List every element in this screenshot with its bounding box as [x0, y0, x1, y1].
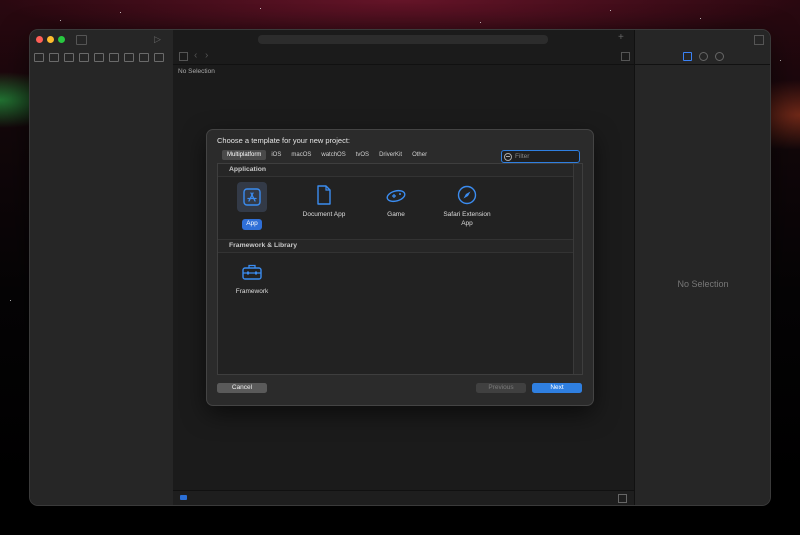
template-game[interactable]: Game	[366, 184, 426, 220]
navigator-pane: ▷	[30, 30, 174, 505]
app-store-a-icon	[237, 182, 267, 212]
inspector-no-selection: No Selection	[677, 279, 729, 289]
cancel-button[interactable]: Cancel	[217, 383, 267, 393]
debug-bar	[173, 490, 634, 505]
zoom-window-button[interactable]	[58, 36, 65, 43]
run-play-icon[interactable]: ▷	[154, 34, 161, 45]
debug-icon[interactable]	[124, 53, 134, 62]
star	[10, 300, 11, 301]
template-label: App	[242, 219, 262, 230]
tab-other[interactable]: Other	[407, 150, 432, 160]
section-title: Application	[229, 166, 267, 173]
next-button[interactable]: Next	[532, 383, 582, 393]
template-app[interactable]: App	[222, 182, 282, 230]
breakpoint-icon[interactable]	[139, 53, 149, 62]
filter-field[interactable]	[501, 150, 580, 163]
inspector-pane: No Selection	[634, 30, 770, 505]
source-control-icon[interactable]	[49, 53, 59, 62]
test-icon[interactable]	[109, 53, 119, 62]
section-title: Framework & Library	[229, 242, 297, 249]
previous-button[interactable]: Previous	[476, 383, 526, 393]
template-framework[interactable]: Framework	[222, 261, 282, 297]
star	[610, 10, 611, 11]
compass-icon	[456, 184, 478, 206]
editor-options-icon[interactable]	[621, 52, 630, 61]
chevron-right-icon[interactable]: ›	[205, 50, 208, 61]
chevron-left-icon[interactable]: ‹	[194, 50, 197, 61]
filter-icon	[504, 152, 512, 161]
tab-multiplatform[interactable]: Multiplatform	[222, 150, 267, 160]
dialog-title: Choose a template for your new project:	[217, 136, 350, 145]
minimize-window-button[interactable]	[47, 36, 54, 43]
tab-ios[interactable]: iOS	[266, 150, 286, 160]
history-icon[interactable]	[699, 52, 708, 61]
tab-driverkit[interactable]: DriverKit	[374, 150, 407, 160]
debug-area-icon[interactable]	[180, 495, 187, 500]
bookmark-icon[interactable]	[64, 53, 74, 62]
report-icon[interactable]	[154, 53, 164, 62]
add-icon[interactable]: +	[618, 32, 624, 43]
navigator-toolbar	[34, 53, 164, 62]
template-list-scrollbar[interactable]	[573, 164, 582, 374]
template-document-app[interactable]: Document App	[294, 184, 354, 220]
star	[780, 60, 781, 61]
editor-no-selection: No Selection	[178, 68, 215, 75]
document-icon	[313, 184, 335, 206]
folder-icon[interactable]	[34, 53, 44, 62]
tab-tvos[interactable]: tvOS	[351, 150, 374, 160]
template-label: Safari Extension App	[443, 211, 491, 227]
activity-viewer	[258, 35, 548, 44]
template-label: Document App	[302, 211, 346, 218]
warning-icon[interactable]	[94, 53, 104, 62]
inspector-tabs	[683, 52, 724, 61]
section-header-framework-library: Framework & Library	[218, 239, 574, 253]
sidebar-toggle-icon[interactable]	[76, 35, 87, 45]
traffic-lights	[36, 36, 65, 43]
star	[700, 18, 701, 19]
template-safari-extension-app[interactable]: Safari Extension App	[437, 184, 497, 228]
star	[480, 22, 481, 23]
file-inspector-icon[interactable]	[683, 52, 692, 61]
platform-tabs: Multiplatform iOS macOS watchOS tvOS Dri…	[222, 150, 432, 160]
gamepad-icon	[385, 184, 407, 206]
close-window-button[interactable]	[36, 36, 43, 43]
inspector-toggle-icon[interactable]	[754, 35, 764, 45]
toolbox-icon	[241, 261, 263, 283]
template-label: Framework	[235, 288, 269, 295]
related-items-icon[interactable]	[179, 52, 188, 61]
template-label: Game	[387, 211, 405, 218]
star	[60, 20, 61, 21]
template-chooser-dialog: Choose a template for your new project: …	[207, 130, 593, 405]
star	[120, 12, 121, 13]
star	[260, 8, 261, 9]
filter-input[interactable]	[512, 153, 575, 160]
divider	[635, 64, 770, 65]
console-icon[interactable]	[618, 494, 627, 503]
tab-macos[interactable]: macOS	[286, 150, 316, 160]
jump-bar: ‹ ›	[173, 50, 634, 65]
search-icon[interactable]	[79, 53, 89, 62]
tab-watchos[interactable]: watchOS	[316, 150, 350, 160]
section-header-application: Application	[218, 164, 574, 177]
help-icon[interactable]	[715, 52, 724, 61]
template-list: Application App Document App Game Safari…	[217, 163, 583, 375]
